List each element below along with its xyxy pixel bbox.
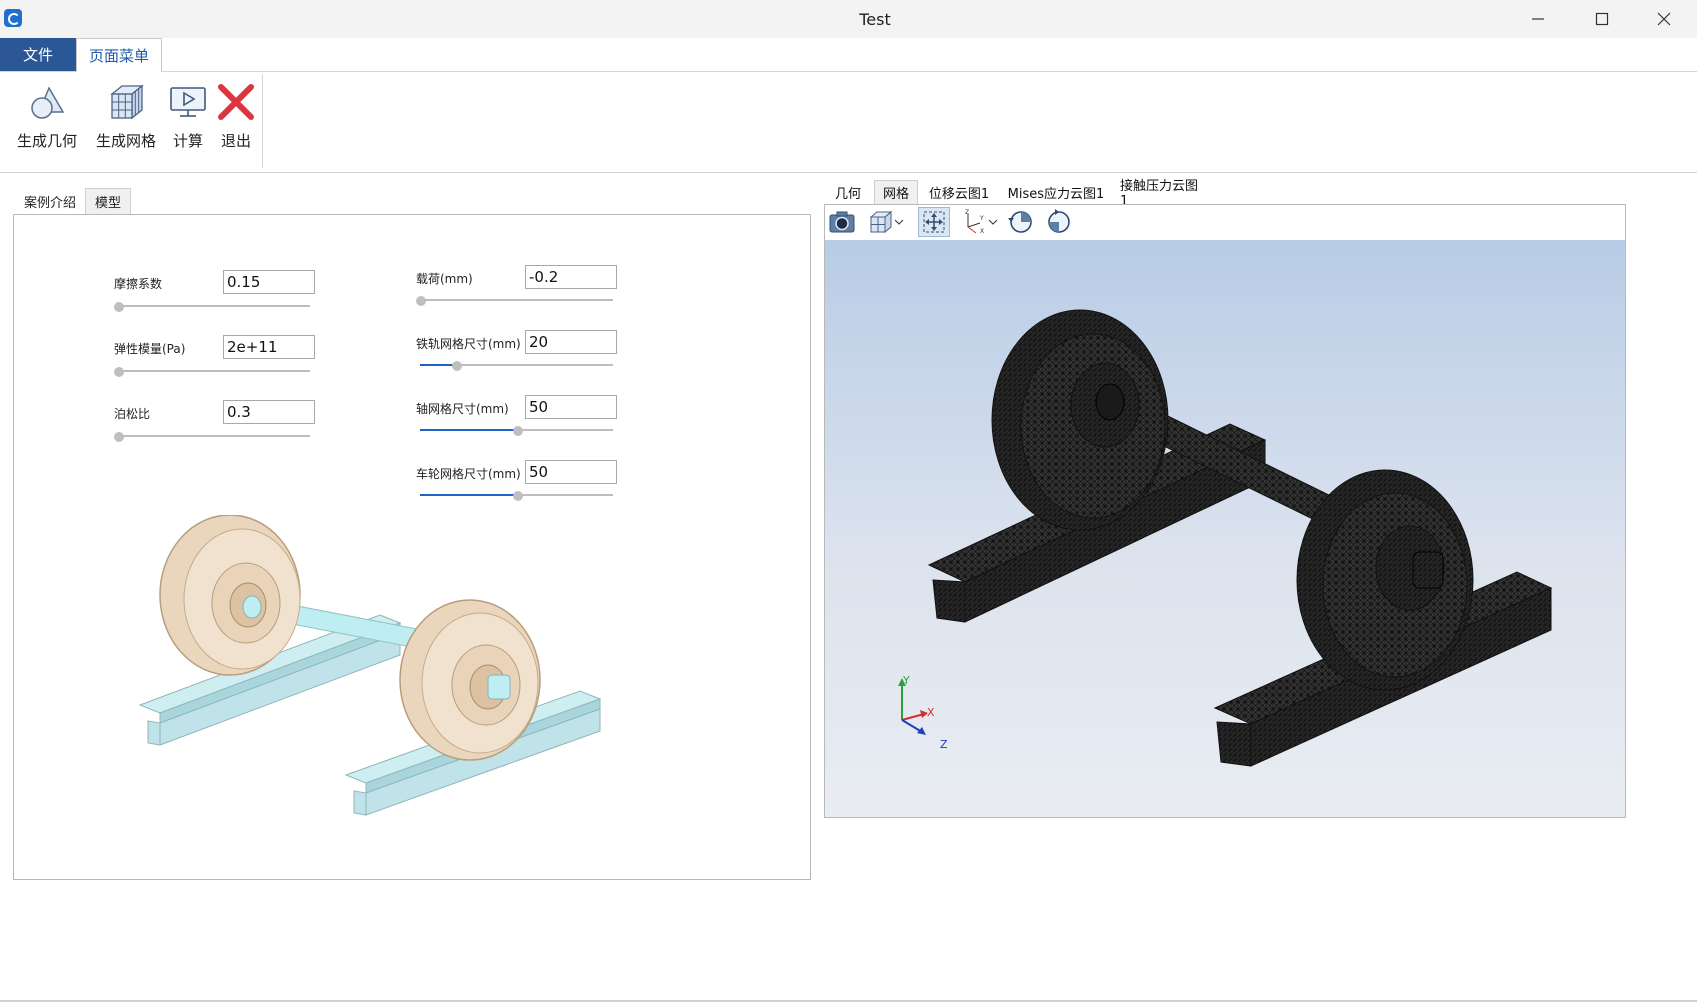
axle-mesh-size-label: 轴网格尺寸(mm) [416, 402, 509, 416]
tab-mesh[interactable]: 网格 [874, 180, 918, 204]
generate-mesh-button[interactable]: 生成网格 [94, 80, 158, 151]
tab-file[interactable]: 文件 [0, 38, 76, 71]
friction-label: 摩擦系数 [114, 277, 163, 291]
fit-view-icon [923, 211, 945, 233]
wheel-front [399, 599, 541, 761]
poisson-slider-knob[interactable] [114, 432, 124, 442]
axis-orientation-dropdown[interactable]: Z Y X [958, 207, 1000, 237]
compute-button[interactable]: 计算 [168, 80, 208, 151]
display-mode-icon [869, 210, 893, 234]
compute-label: 计算 [172, 132, 203, 150]
elastic-modulus-slider-track[interactable] [116, 370, 310, 372]
rail-mesh-size-slider-knob[interactable] [452, 361, 462, 371]
elastic-modulus-label: 弹性模量(Pa) [114, 342, 186, 356]
svg-text:Y: Y [979, 215, 984, 222]
tab-mises-stress-contour[interactable]: Mises应力云图1 [1006, 180, 1106, 204]
screenshot-button[interactable] [826, 207, 858, 237]
tab-displacement-contour[interactable]: 位移云图1 [928, 180, 990, 204]
poisson-input[interactable]: 0.3 [223, 400, 315, 424]
tab-case-intro[interactable]: 案例介绍 [18, 188, 82, 214]
minimize-button[interactable] [1508, 0, 1568, 38]
friction-input[interactable]: 0.15 [223, 270, 315, 294]
friction-slider-track[interactable] [116, 305, 310, 307]
fit-view-button[interactable] [918, 207, 950, 237]
rotate-cw-button[interactable] [1043, 207, 1075, 237]
tab-model[interactable]: 模型 [85, 188, 131, 214]
close-icon [1657, 12, 1671, 26]
wheel-back [159, 515, 301, 676]
chevron-down-icon [988, 219, 998, 225]
maximize-button[interactable] [1572, 0, 1632, 38]
axis-orient-icon: Z Y X [965, 209, 984, 235]
axle-mesh-size-slider-knob[interactable] [513, 426, 523, 436]
elastic-modulus-input[interactable]: 2e+11 [223, 335, 315, 359]
mesh-icon [106, 80, 146, 124]
wheel-mesh-size-label: 车轮网格尺寸(mm) [416, 467, 521, 481]
tab-geometry[interactable]: 几何 [834, 180, 862, 204]
rotate-cw-icon [1048, 209, 1070, 233]
generate-geometry-button[interactable]: 生成几何 [16, 80, 78, 151]
exit-button[interactable]: 退出 [216, 80, 256, 151]
axis-z-label: Z [940, 738, 948, 751]
generate-mesh-label: 生成网格 [95, 132, 156, 150]
mesh-wheel-front [1296, 469, 1474, 691]
load-slider-knob[interactable] [416, 296, 426, 306]
friction-slider-knob[interactable] [114, 302, 124, 312]
chevron-down-icon [894, 219, 904, 225]
generate-geometry-label: 生成几何 [16, 132, 77, 150]
rail-mesh-size-slider-track[interactable] [420, 364, 613, 366]
mesh-wheel-back [991, 309, 1169, 531]
exit-icon [216, 80, 256, 124]
rotate-ccw-icon [1008, 211, 1032, 233]
poisson-slider-track[interactable] [116, 435, 310, 437]
load-slider-track[interactable] [420, 299, 613, 301]
menu-bar [0, 38, 1697, 72]
exit-label: 退出 [220, 132, 251, 150]
geometry-icon [27, 80, 67, 124]
minimize-icon [1532, 18, 1544, 20]
wheel-mesh-size-input[interactable]: 50 [525, 460, 617, 484]
rail-mesh-size-input[interactable]: 20 [525, 330, 617, 354]
compute-icon [168, 80, 208, 124]
close-button[interactable] [1634, 0, 1694, 38]
window-title: Test [859, 10, 891, 29]
poisson-label: 泊松比 [114, 407, 151, 421]
tab-page-menu[interactable]: 页面菜单 [76, 38, 162, 72]
axis-x-label: X [927, 706, 935, 719]
load-label: 载荷(mm) [416, 272, 473, 286]
wheel-mesh-size-slider-knob[interactable] [513, 491, 523, 501]
ribbon-separator [262, 74, 263, 168]
elastic-modulus-slider-knob[interactable] [114, 367, 124, 377]
wheelset-model-image [138, 515, 602, 816]
axis-y-label: Y [903, 674, 910, 687]
rail-mesh-size-label: 铁轨网格尺寸(mm) [416, 337, 521, 351]
camera-icon [829, 211, 855, 233]
axis-triad [898, 678, 928, 735]
svg-text:X: X [980, 228, 984, 235]
axle-mesh-size-input[interactable]: 50 [525, 395, 617, 419]
maximize-icon [1595, 12, 1609, 26]
tab-contact-pressure-contour[interactable]: 接触压力云图1 [1120, 179, 1204, 209]
display-mode-dropdown[interactable] [864, 207, 908, 237]
load-input[interactable]: -0.2 [525, 265, 617, 289]
rotate-ccw-button[interactable] [1005, 207, 1037, 237]
svg-text:Z: Z [965, 209, 969, 216]
